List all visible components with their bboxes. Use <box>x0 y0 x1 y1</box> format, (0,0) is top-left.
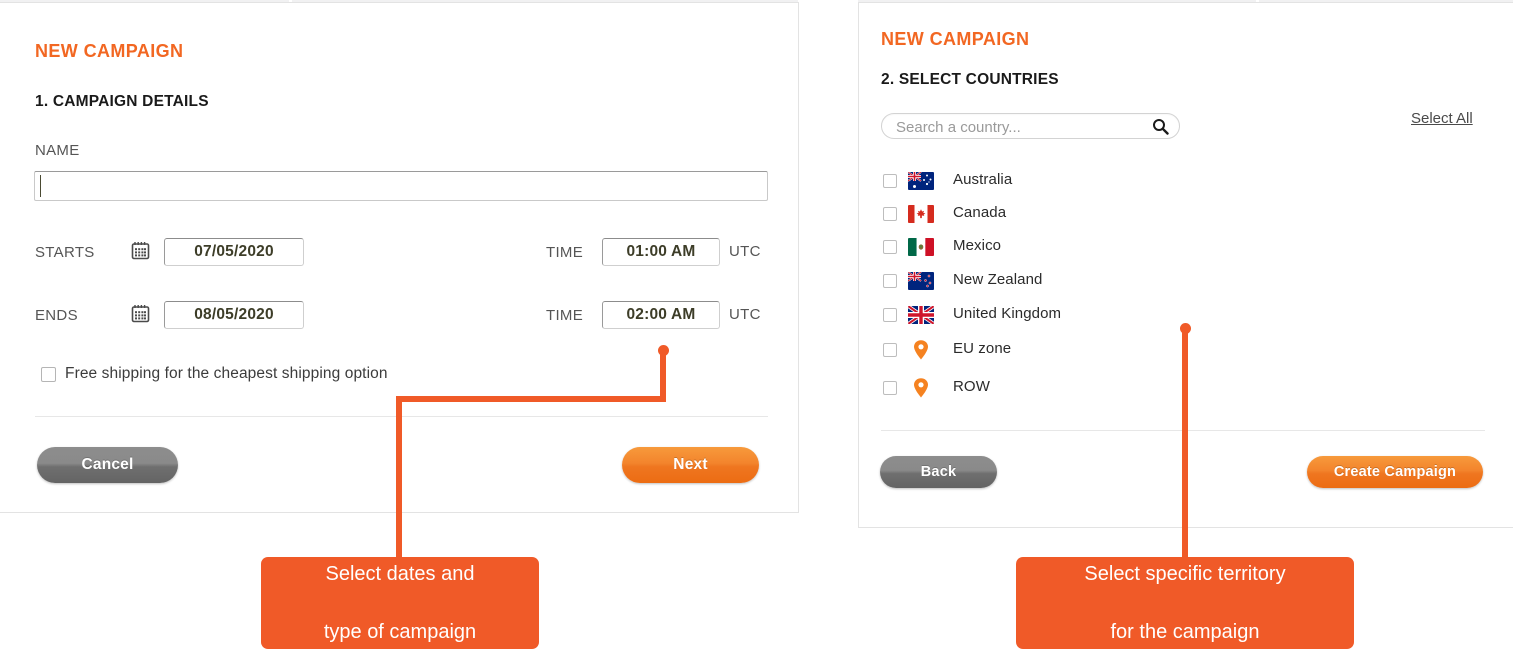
ends-date-input[interactable]: 08/05/2020 <box>164 301 304 329</box>
search-input[interactable] <box>894 114 1138 140</box>
cancel-button[interactable]: Cancel <box>37 447 178 483</box>
map-pin-icon <box>912 377 930 399</box>
section-title-campaign-details: 1. CAMPAIGN DETAILS <box>35 93 209 110</box>
select-all-link[interactable]: Select All <box>1411 110 1473 127</box>
country-name: EU zone <box>953 340 1012 357</box>
country-name: ROW <box>953 378 990 395</box>
country-row-row[interactable]: ROW <box>881 376 1281 402</box>
callout-connector <box>396 396 402 564</box>
country-checkbox[interactable] <box>883 274 897 288</box>
country-checkbox[interactable] <box>883 174 897 188</box>
create-campaign-button[interactable]: Create Campaign <box>1307 456 1483 488</box>
name-input[interactable] <box>34 171 768 201</box>
page-title-left: NEW CAMPAIGN <box>35 41 184 61</box>
country-row-mexico[interactable]: Mexico <box>881 235 1281 261</box>
callout-box-territory: Select specific territory for the campai… <box>1016 557 1354 649</box>
back-button[interactable]: Back <box>880 456 997 488</box>
flag-new-zealand-icon <box>908 272 934 290</box>
country-name: Mexico <box>953 237 1002 254</box>
flag-mexico-icon <box>908 238 934 256</box>
starts-time-input[interactable]: 01:00 AM <box>602 238 720 266</box>
country-row-eu-zone[interactable]: EU zone <box>881 338 1281 364</box>
ends-time-input[interactable]: 02:00 AM <box>602 301 720 329</box>
callout-line-2: type of campaign <box>323 620 477 643</box>
screenshot-stage: NEW CAMPAIGN 1. CAMPAIGN DETAILS NAME ST… <box>0 0 1513 649</box>
country-name: United Kingdom <box>953 305 1062 322</box>
free-shipping-label[interactable]: Free shipping for the cheapest shipping … <box>65 365 388 383</box>
calendar-icon[interactable] <box>131 304 150 323</box>
starts-date-input[interactable]: 07/05/2020 <box>164 238 304 266</box>
free-shipping-checkbox[interactable] <box>41 367 56 382</box>
callout-connector <box>660 350 666 402</box>
ends-time-label: TIME <box>546 307 584 324</box>
country-row-canada[interactable]: Canada <box>881 202 1281 228</box>
country-checkbox[interactable] <box>883 240 897 254</box>
calendar-icon[interactable] <box>131 241 150 260</box>
starts-label: STARTS <box>35 244 95 261</box>
country-name: New Zealand <box>953 271 1043 288</box>
country-name: Canada <box>953 204 1007 221</box>
flag-united-kingdom-icon <box>908 306 934 324</box>
search-box[interactable] <box>881 113 1180 140</box>
next-button[interactable]: Next <box>622 447 759 483</box>
country-checkbox[interactable] <box>883 308 897 322</box>
country-checkbox[interactable] <box>883 381 897 395</box>
callout-connector <box>1182 328 1188 564</box>
flag-australia-icon <box>908 172 934 190</box>
search-icon[interactable] <box>1152 118 1169 140</box>
ends-label: ENDS <box>35 307 78 324</box>
callout-line-2: for the campaign <box>1110 620 1260 643</box>
country-row-united-kingdom[interactable]: United Kingdom <box>881 303 1281 329</box>
page-title-right: NEW CAMPAIGN <box>881 29 1030 49</box>
starts-timezone-label: UTC <box>729 243 761 260</box>
starts-time-label: TIME <box>546 244 584 261</box>
flag-canada-icon <box>908 205 934 223</box>
country-name: Australia <box>953 171 1013 188</box>
callout-connector <box>396 396 666 402</box>
map-pin-icon <box>912 339 930 361</box>
section-title-select-countries: 2. SELECT COUNTRIES <box>881 71 1059 88</box>
callout-line-1: Select specific territory <box>1084 562 1286 585</box>
callout-box-dates: Select dates and type of campaign <box>261 557 539 649</box>
country-row-australia[interactable]: Australia <box>881 169 1281 195</box>
name-label: NAME <box>35 142 80 159</box>
callout-line-1: Select dates and <box>325 562 475 585</box>
country-checkbox[interactable] <box>883 343 897 357</box>
ends-timezone-label: UTC <box>729 306 761 323</box>
country-row-new-zealand[interactable]: New Zealand <box>881 269 1281 295</box>
text-caret <box>40 175 41 197</box>
country-checkbox[interactable] <box>883 207 897 221</box>
